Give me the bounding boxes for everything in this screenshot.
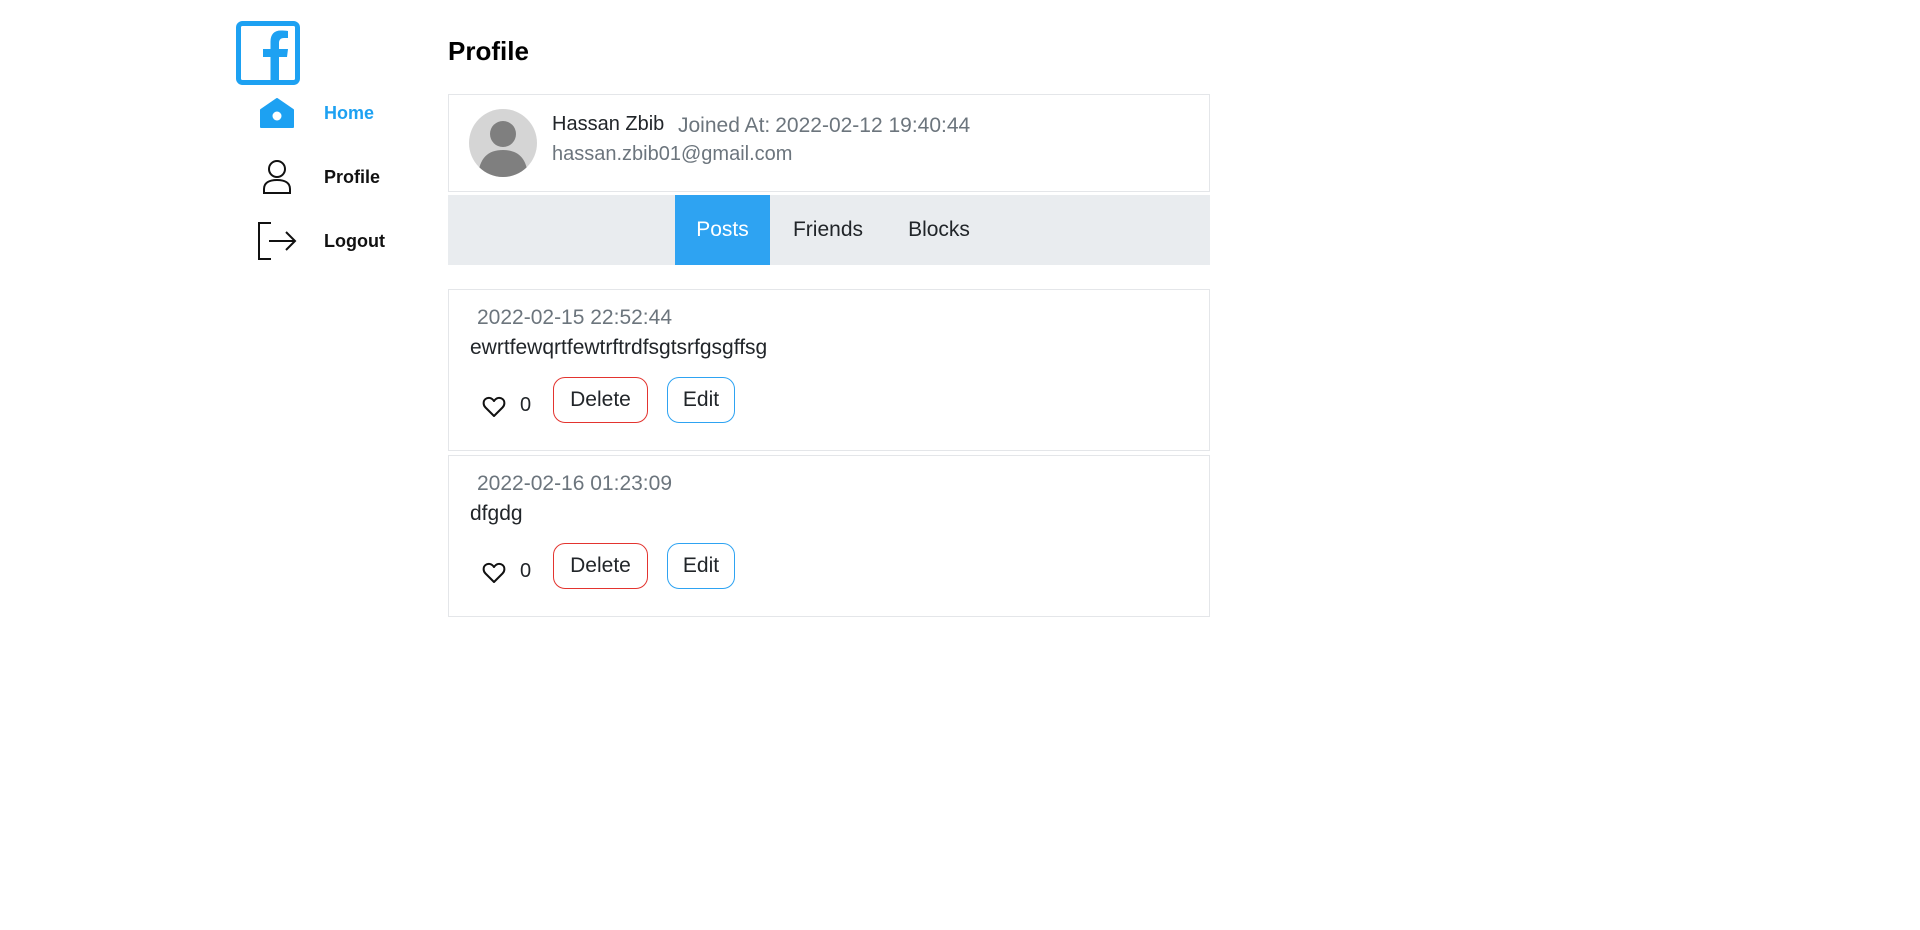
- tab-posts[interactable]: Posts: [675, 195, 770, 265]
- like-count: 0: [520, 394, 532, 416]
- avatar-placeholder-icon: [478, 121, 528, 177]
- avatar: [469, 109, 537, 177]
- sidebar-item-label: Logout: [324, 230, 385, 251]
- logout-icon: [252, 216, 302, 266]
- heart-icon[interactable]: [482, 396, 506, 418]
- user-name: Hassan Zbib: [552, 113, 665, 135]
- tab-friends[interactable]: Friends: [770, 195, 886, 265]
- sidebar-item-profile[interactable]: Profile: [252, 152, 380, 202]
- page-title: Profile: [448, 36, 529, 66]
- edit-button[interactable]: Edit: [667, 543, 735, 589]
- heart-icon[interactable]: [482, 562, 506, 584]
- like-count: 0: [520, 560, 532, 582]
- sidebar-item-home[interactable]: Home: [252, 88, 374, 138]
- edit-button[interactable]: Edit: [667, 377, 735, 423]
- user-icon: [252, 152, 302, 202]
- profile-card: Hassan Zbib Joined At: 2022-02-12 19:40:4…: [448, 94, 1210, 192]
- facebook-logo-icon: [236, 21, 300, 85]
- joined-at: Joined At: 2022-02-12 19:40:44: [678, 114, 970, 138]
- home-icon: [252, 88, 302, 138]
- delete-button[interactable]: Delete: [553, 377, 648, 423]
- joined-date: 2022-02-12 19:40:44: [775, 114, 971, 137]
- sidebar-item-label: Profile: [324, 166, 381, 187]
- post-card: 2022-02-15 22:52:44 ewrtfewqrtfewtrftrdf…: [448, 289, 1210, 451]
- tab-blocks[interactable]: Blocks: [886, 195, 992, 265]
- joined-label: Joined At:: [678, 114, 771, 137]
- post-text: dfgdg: [470, 502, 523, 525]
- post-date: 2022-02-15 22:52:44: [477, 306, 672, 329]
- post-card: 2022-02-16 01:23:09 dfgdg 0 Delete Edit: [448, 455, 1210, 617]
- post-date: 2022-02-16 01:23:09: [477, 472, 672, 495]
- facebook-logo[interactable]: [236, 21, 300, 85]
- profile-tabs: Posts Friends Blocks: [448, 195, 1210, 265]
- post-text: ewrtfewqrtfewtrftrdfsgtsrfgsgffsg: [470, 336, 768, 359]
- user-email: hassan.zbib01@gmail.com: [552, 143, 793, 165]
- sidebar-item-label: Home: [324, 102, 375, 123]
- sidebar-item-logout[interactable]: Logout: [252, 216, 385, 266]
- delete-button[interactable]: Delete: [553, 543, 648, 589]
